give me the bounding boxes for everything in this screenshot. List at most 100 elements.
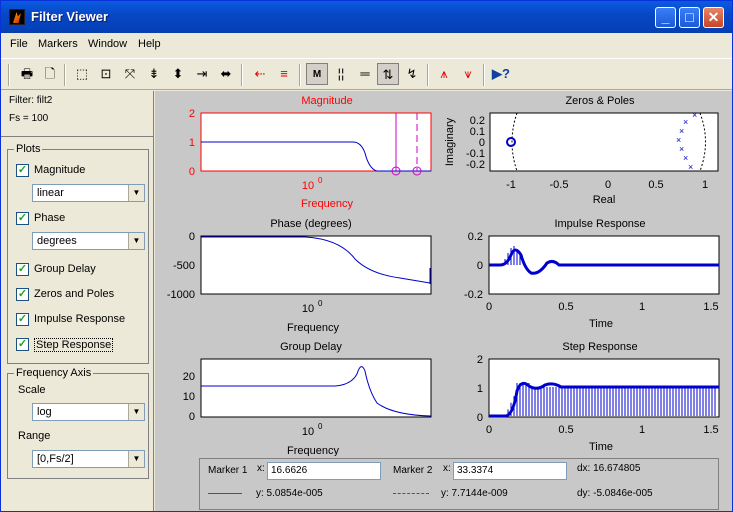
range-label: Range (18, 430, 51, 442)
step-response-checkbox[interactable]: ✓ (16, 338, 29, 351)
marker1-x-input[interactable]: 16.6626 (267, 462, 381, 480)
range-select[interactable]: [0,Fs/2] ▼ (32, 450, 145, 468)
zoom-in-x-icon[interactable]: ⇥ (191, 63, 213, 85)
peak-marker-icon[interactable]: ↯ (401, 63, 423, 85)
frequency-axis-group: Frequency Axis Scale log ▼ Range [0,Fs/2… (7, 367, 149, 479)
group-delay-checkbox[interactable]: ✓ (16, 263, 29, 276)
peak-find-icon[interactable]: ⩚ (433, 63, 455, 85)
scale-select[interactable]: log ▼ (32, 403, 145, 421)
menu-markers[interactable]: Markers (38, 38, 78, 50)
zoom-out-x-icon[interactable]: ⬌ (215, 63, 237, 85)
step-response-label: Step Response (34, 338, 114, 352)
impulse-xtick: 0 (486, 301, 492, 313)
toolbar-separator (64, 64, 66, 86)
phase-units-select[interactable]: degrees ▼ (32, 232, 145, 250)
zeros-poles-title: Zeros & Poles (565, 95, 635, 107)
marker-dy: dy: -5.0846e-005 (577, 488, 653, 499)
impulse-response-checkbox[interactable]: ✓ (16, 313, 29, 326)
zoom-box-icon[interactable]: ⬚ (71, 63, 93, 85)
marker-dx: dx: 16.674805 (577, 463, 641, 474)
track-marker-icon[interactable]: ⇅ (377, 63, 399, 85)
impulse-xtick: 0.5 (558, 301, 573, 313)
plot-area: Magnitude 2 1 0 10 0 Frequency Zeros & P… (155, 91, 732, 456)
sample-rate: Fs = 100 (9, 113, 49, 124)
magnitude-title: Magnitude (301, 95, 352, 107)
zoom-in-icon[interactable]: ⤧ (119, 63, 141, 85)
toolbar-separator (483, 64, 485, 86)
magnitude-plot[interactable]: Magnitude 2 1 0 10 0 Frequency (189, 95, 432, 210)
group-delay-plot[interactable]: Group Delay 20 10 0 10 0 Frequency (183, 341, 432, 456)
zeros-poles-xtick: 0.5 (648, 179, 663, 191)
magnitude-scale-value: linear (37, 187, 64, 199)
step-response-plot[interactable]: Step Response 2 1 0 0 0.5 1 1.5 Time (477, 341, 720, 453)
filter-info: Filter: filt2 Fs = 100 (1, 91, 153, 137)
menu-bar: File Markers Window Help (1, 34, 732, 56)
print-preview-icon[interactable]: 🗋 (39, 63, 61, 85)
magnitude-xtick: 10 (302, 180, 314, 192)
chevron-down-icon[interactable]: ▼ (128, 233, 144, 249)
menu-window[interactable]: Window (88, 38, 127, 50)
horizontal-markers-icon[interactable]: ═ (354, 63, 376, 85)
marker-crosshair-icon[interactable]: ⇠ (249, 63, 271, 85)
magnitude-label: Magnitude (34, 164, 86, 176)
zeros-poles-checkbox[interactable]: ✓ (16, 288, 29, 301)
whats-this-icon[interactable]: ▶? (490, 63, 512, 85)
menu-help[interactable]: Help (138, 38, 161, 50)
marker-mode-icon[interactable]: M (306, 63, 328, 85)
impulse-response-plot[interactable]: Impulse Response 0.2 0 -0.2 0 0.5 1 1.5 … (464, 218, 720, 330)
toolbar-separator (299, 64, 301, 86)
zoom-in-y-icon[interactable]: ⇟ (143, 63, 165, 85)
zeros-poles-plot[interactable]: Zeros & Poles 0.2 0.1 0 -0.1 -0.2 Imagin… (444, 95, 719, 206)
plots-group-title: Plots (14, 143, 43, 155)
magnitude-checkbox[interactable]: ✓ (16, 164, 29, 177)
marker1-line-legend (208, 493, 242, 494)
maximize-button[interactable]: □ (679, 7, 700, 28)
marker2-line-legend (393, 493, 429, 494)
marker2-x-input[interactable]: 33.3374 (453, 462, 567, 480)
zeros-poles-ylabel: Imaginary (444, 117, 456, 166)
zoom-out-y-icon[interactable]: ⬍ (167, 63, 189, 85)
chevron-down-icon[interactable]: ▼ (128, 451, 144, 467)
zeros-poles-xtick: 1 (702, 179, 708, 191)
impulse-response-label: Impulse Response (34, 313, 126, 325)
zeros-poles-xlabel: Real (593, 194, 616, 206)
chevron-down-icon[interactable]: ▼ (128, 185, 144, 201)
svg-text:×: × (688, 162, 693, 172)
menu-file[interactable]: File (10, 38, 28, 50)
impulse-ytick: -0.2 (464, 289, 483, 301)
title-bar[interactable]: Filter Viewer _ □ ✕ (1, 1, 732, 33)
marker2-x-label: x: (443, 463, 451, 474)
minimize-button[interactable]: _ (655, 7, 676, 28)
zeros-poles-label: Zeros and Poles (34, 288, 115, 300)
step-ytick: 1 (477, 383, 483, 395)
step-xtick: 1.5 (703, 424, 718, 436)
plots-group: Plots ✓ Magnitude linear ▼ ✓ Phase degre… (7, 143, 149, 364)
step-xtick: 0.5 (558, 424, 573, 436)
magnitude-ytick: 1 (189, 137, 195, 149)
valley-marker-icon[interactable]: ⩛ (457, 63, 479, 85)
marker1-x-label: x: (257, 463, 265, 474)
close-button[interactable]: ✕ (703, 7, 724, 28)
toolbar: 🖶 🗋 ⬚ ⊡ ⤧ ⇟ ⬍ ⇥ ⬌ ⇠ ≡ M ¦¦ ═ ⇅ ↯ ⩚ ⩛ ▶? (1, 58, 732, 90)
zoom-x-icon[interactable]: ⊡ (95, 63, 117, 85)
phase-xlabel: Frequency (287, 322, 339, 334)
vertical-markers-icon[interactable]: ¦¦ (330, 63, 352, 85)
step-ytick: 0 (477, 412, 483, 424)
group-delay-xtick-exponent: 0 (318, 422, 323, 431)
marker-lines-icon[interactable]: ≡ (273, 63, 295, 85)
phase-checkbox[interactable]: ✓ (16, 212, 29, 225)
impulse-xtick: 1 (639, 301, 645, 313)
phase-plot[interactable]: Phase (degrees) 0 -500 -1000 10 0 Freque… (167, 218, 432, 334)
marker-panel: Marker 1 x: 16.6626 Marker 2 x: 33.3374 … (155, 456, 732, 511)
minimize-icon: _ (661, 9, 670, 25)
group-delay-label: Group Delay (34, 263, 96, 275)
svg-text:×: × (692, 110, 697, 120)
phase-axes (200, 235, 432, 295)
print-icon[interactable]: 🖶 (16, 63, 38, 85)
step-xlabel: Time (589, 441, 613, 453)
chevron-down-icon[interactable]: ▼ (128, 404, 144, 420)
step-ytick: 2 (477, 354, 483, 366)
magnitude-scale-select[interactable]: linear ▼ (32, 184, 145, 202)
impulse-title: Impulse Response (554, 218, 645, 230)
impulse-xlabel: Time (589, 318, 613, 330)
